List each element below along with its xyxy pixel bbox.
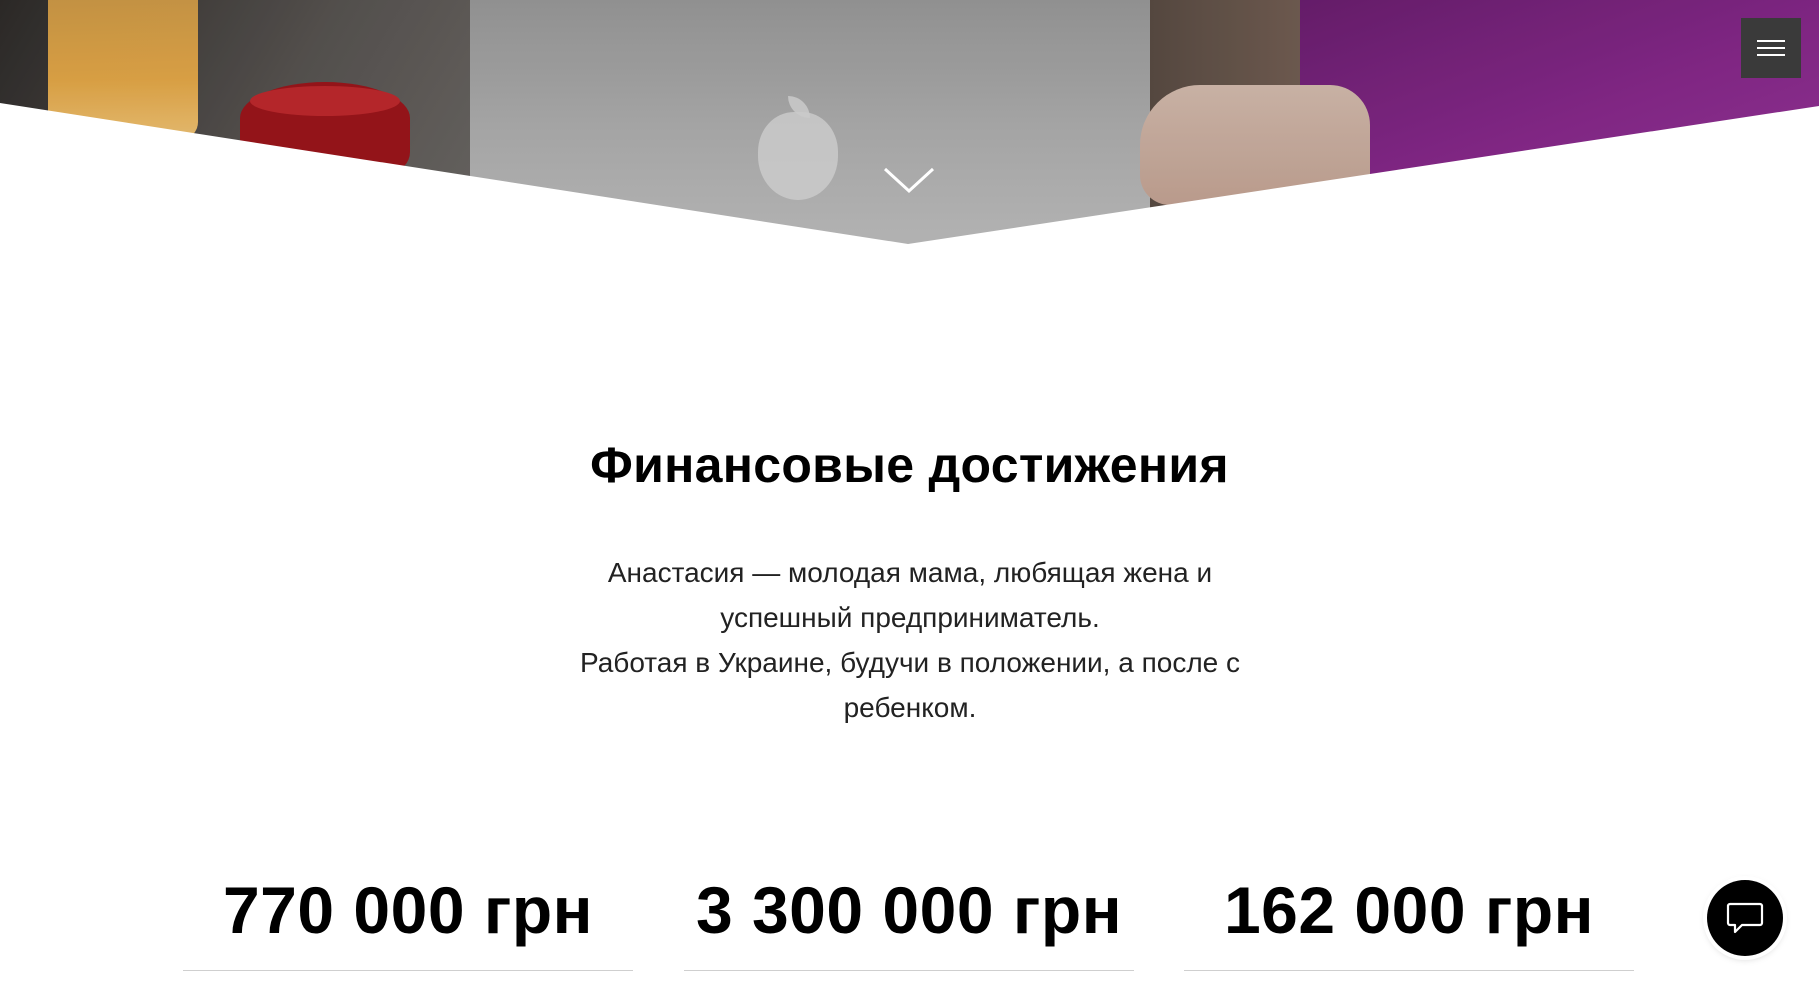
section-title: Финансовые достижения bbox=[590, 437, 1229, 493]
lead-line-1: Анастасия — молодая мама, любящая жена и… bbox=[607, 557, 1213, 633]
section-lead: Анастасия — молодая мама, любящая жена и… bbox=[540, 550, 1280, 730]
stat-value: 162 000 грн bbox=[1223, 873, 1595, 947]
stat-value: 3 300 000 грн bbox=[695, 873, 1123, 947]
stat-divider bbox=[684, 970, 1134, 971]
chat-bubble-icon bbox=[1726, 902, 1764, 934]
hamburger-menu-icon bbox=[1757, 40, 1785, 56]
chevron-down-icon bbox=[883, 167, 935, 194]
chat-button[interactable] bbox=[1707, 880, 1783, 956]
hero-v-cut bbox=[0, 103, 1819, 250]
stat-value: 770 000 грн bbox=[222, 873, 594, 947]
menu-button[interactable] bbox=[1741, 18, 1801, 78]
scroll-down-button[interactable] bbox=[883, 166, 935, 194]
stat-divider bbox=[1184, 970, 1634, 971]
stat-divider bbox=[183, 970, 633, 971]
stat-item-1: 770 000 грн bbox=[183, 870, 633, 971]
stat-item-3: 162 000 грн bbox=[1184, 870, 1634, 971]
stat-item-2: 3 300 000 грн bbox=[684, 870, 1134, 971]
lead-line-2: Работая в Украине, будучи в положении, а… bbox=[579, 647, 1241, 723]
